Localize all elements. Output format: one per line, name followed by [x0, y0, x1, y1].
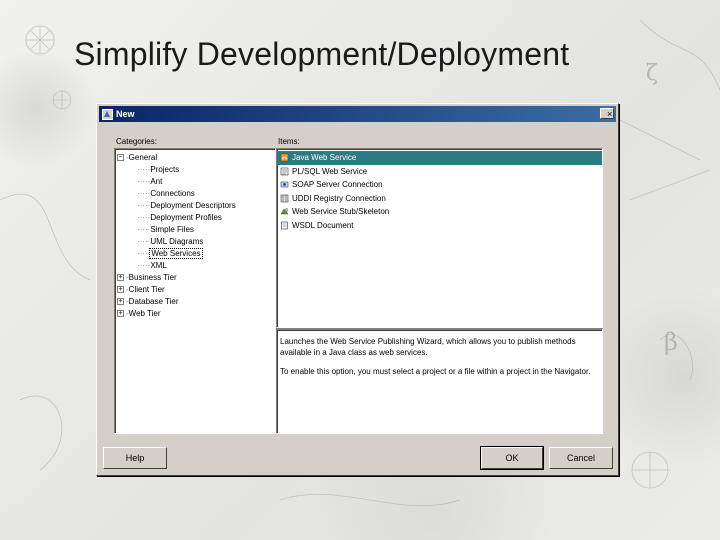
jdeveloper-app-icon: [102, 108, 113, 120]
tree-node-client-tier[interactable]: + -Client Tier: [117, 284, 275, 296]
tree-node-database-tier[interactable]: + -Database Tier: [117, 296, 275, 308]
tree-node-label: Web Tier: [128, 309, 161, 318]
tree-node-business-tier[interactable]: + -Business Tier: [117, 272, 275, 284]
categories-tree-pane[interactable]: − -General ·····Projects ·····Ant ·····Conne…: [114, 148, 276, 434]
item-soap-server-connection[interactable]: SOAP Server Connection: [277, 178, 602, 192]
svg-text:β: β: [664, 328, 678, 356]
tree-child-label: Connections: [150, 189, 195, 198]
tree-node-label: General: [128, 153, 158, 162]
tree-child-label: XML: [150, 261, 167, 270]
tree-node-label: Business Tier: [128, 273, 177, 282]
item-label: Java Web Service: [292, 153, 357, 162]
item-pl-sql-web-service[interactable]: PL/SQL Web Service: [277, 165, 602, 179]
tree-child-xml[interactable]: ·····XML: [117, 260, 275, 272]
tree-child-uml-diagrams[interactable]: ·····UML Diagrams: [117, 236, 275, 248]
tree-child-deployment-descriptors[interactable]: ·····Deployment Descriptors: [117, 200, 275, 212]
tree-connector: ·····: [137, 189, 151, 198]
tree-node-label: Client Tier: [128, 285, 165, 294]
tree-child-label: Deployment Profiles: [150, 213, 222, 222]
close-icon: ×: [607, 109, 613, 119]
expand-icon[interactable]: +: [117, 298, 124, 306]
uddi-registry-icon: [280, 194, 289, 203]
new-dialog: New × Categories: Items: − -General ·····P…: [96, 103, 619, 476]
tree-node-label: Database Tier: [128, 297, 179, 306]
description-paragraph-2: To enable this option, you must select a…: [280, 367, 591, 376]
tree-child-ant[interactable]: ·····Ant: [117, 176, 275, 188]
item-label: Web Service Stub/Skeleton: [292, 207, 390, 216]
tree-child-connections[interactable]: ·····Connections: [117, 188, 275, 200]
dialog-titlebar[interactable]: New ×: [99, 106, 616, 122]
items-list[interactable]: Java Web Service PL/SQL Web Service SOAP S…: [277, 149, 602, 232]
tree-child-web-services[interactable]: ·····Web Services: [117, 248, 275, 260]
help-button[interactable]: Help: [103, 447, 167, 469]
tree-connector: ·····: [137, 177, 151, 186]
tree-connector: ·····: [137, 249, 151, 258]
tree-child-label: Web Services: [149, 248, 203, 259]
tree-connector: ·····: [137, 261, 151, 270]
svg-text:ζ: ζ: [646, 61, 658, 86]
item-label: UDDI Registry Connection: [292, 193, 386, 203]
tree-node-general[interactable]: − -General: [117, 152, 275, 164]
item-label: SOAP Server Connection: [292, 180, 383, 189]
tree-node-web-tier[interactable]: + -Web Tier: [117, 308, 275, 320]
tree-connector: ·····: [137, 237, 151, 246]
items-label: Items:: [278, 137, 300, 146]
soap-connection-icon: [280, 181, 289, 188]
wsdl-document-icon: [281, 221, 288, 230]
items-list-pane[interactable]: Java Web Service PL/SQL Web Service SOAP S…: [276, 148, 603, 328]
expand-icon[interactable]: +: [117, 274, 124, 282]
expand-icon[interactable]: +: [117, 310, 124, 318]
tree-child-deployment-profiles[interactable]: ·····Deployment Profiles: [117, 212, 275, 224]
tree-child-label: Projects: [150, 165, 180, 174]
tree-connector: ·····: [137, 201, 151, 210]
ok-button[interactable]: OK: [480, 446, 544, 470]
cancel-button[interactable]: Cancel: [549, 447, 613, 469]
tree-child-label: UML Diagrams: [150, 237, 204, 246]
plsql-web-service-icon: [280, 167, 289, 176]
close-button[interactable]: ×: [600, 108, 614, 119]
collapse-icon[interactable]: −: [117, 154, 124, 162]
item-java-web-service[interactable]: Java Web Service: [277, 151, 602, 165]
categories-tree[interactable]: − -General ·····Projects ·····Ant ·····Conne…: [115, 149, 275, 320]
categories-label: Categories:: [116, 137, 157, 146]
tree-child-label: Ant: [150, 177, 163, 186]
dialog-title: New: [116, 109, 135, 119]
tree-child-simple-files[interactable]: ·····Simple Files: [117, 224, 275, 236]
tree-child-label: Deployment Descriptors: [150, 201, 236, 210]
item-uddi-registry-connection[interactable]: UDDI Registry Connection: [277, 192, 602, 206]
item-wsdl-document[interactable]: WSDL Document: [277, 219, 602, 233]
item-label: WSDL Document: [292, 220, 354, 230]
item-description-pane: Launches the Web Service Publishing Wiza…: [276, 328, 603, 434]
tree-child-label: Simple Files: [150, 225, 194, 234]
stub-skeleton-icon: [280, 208, 289, 215]
tree-connector: ·····: [137, 225, 151, 234]
item-web-service-stub-skeleton[interactable]: Web Service Stub/Skeleton: [277, 205, 602, 219]
slide-title: Simplify Development/Deployment: [74, 36, 570, 72]
java-web-service-icon: [280, 153, 289, 162]
tree-connector: ·····: [137, 165, 151, 174]
expand-icon[interactable]: +: [117, 286, 124, 294]
tree-child-projects[interactable]: ·····Projects: [117, 164, 275, 176]
tree-connector: ·····: [137, 213, 151, 222]
item-label: PL/SQL Web Service: [292, 166, 368, 176]
description-paragraph-1: Launches the Web Service Publishing Wiza…: [280, 337, 576, 357]
